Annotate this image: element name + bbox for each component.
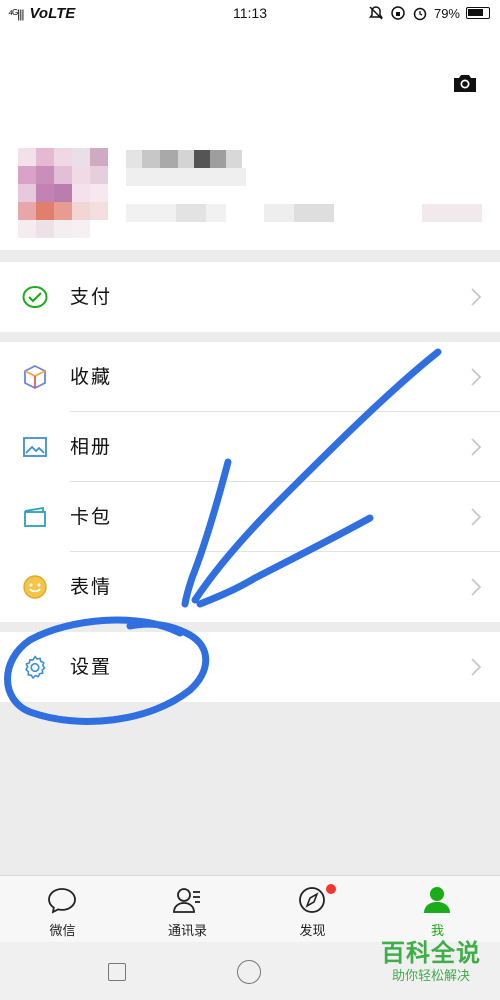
watermark-title: 百科全说 <box>381 939 481 967</box>
menu-label-favorites: 收藏 <box>70 366 113 388</box>
tab-label-me: 我 <box>430 924 444 939</box>
mute-bell-icon <box>368 6 383 20</box>
battery-percent: 79% <box>433 5 460 21</box>
main-menu-section: 收藏 相册 卡包 表情 <box>0 342 500 622</box>
compass-icon <box>299 887 325 913</box>
tab-label-discover: 发现 <box>299 924 326 939</box>
menu-label-album: 相册 <box>70 436 113 458</box>
tab-chats[interactable]: 微信 <box>0 876 125 943</box>
menu-label-settings: 设置 <box>70 656 113 678</box>
menu-item-stickers[interactable]: 表情 <box>0 552 500 622</box>
tab-discover[interactable]: 发现 <box>250 876 375 943</box>
bottom-tab-bar: 微信 通讯录 发现 我 <box>0 875 500 943</box>
chevron-right-icon <box>471 658 482 676</box>
watermark-subtitle: 助你轻松解决 <box>391 969 470 984</box>
menu-label-stickers: 表情 <box>70 576 113 598</box>
alarm-icon <box>413 7 427 21</box>
card-wallet-icon <box>24 506 46 527</box>
cube-icon <box>24 364 46 390</box>
home-button[interactable] <box>237 960 261 984</box>
chevron-right-icon <box>471 578 482 596</box>
pay-section: 支付 <box>0 262 500 332</box>
menu-item-album[interactable]: 相册 <box>0 412 500 482</box>
tab-label-contacts: 通讯录 <box>167 924 207 939</box>
chevron-right-icon <box>471 368 482 386</box>
chevron-right-icon <box>471 438 482 456</box>
tab-me[interactable]: 我 <box>375 876 500 943</box>
profile-header[interactable] <box>0 28 500 250</box>
chevron-right-icon <box>471 288 482 306</box>
smiley-icon <box>23 575 47 599</box>
person-icon <box>424 887 450 913</box>
wallet-check-icon <box>22 286 48 308</box>
avatar[interactable] <box>18 148 126 240</box>
recents-button[interactable] <box>108 963 126 981</box>
picture-icon <box>23 437 47 457</box>
chevron-right-icon <box>471 508 482 526</box>
tab-label-chats: 微信 <box>49 924 76 939</box>
menu-item-favorites[interactable]: 收藏 <box>0 342 500 412</box>
menu-item-cards[interactable]: 卡包 <box>0 482 500 552</box>
contacts-icon <box>173 888 200 913</box>
status-bar: ⁴ᴳ||| VoLTE 11:13 79% <box>0 0 500 28</box>
camera-icon[interactable] <box>452 72 478 94</box>
watermark: 百科全说 助你轻松解决 <box>370 938 492 996</box>
menu-item-pay[interactable]: 支付 <box>0 262 500 332</box>
rotation-lock-icon <box>391 6 405 20</box>
notification-dot <box>326 884 336 894</box>
battery-icon <box>466 7 490 19</box>
settings-section: 设置 <box>0 632 500 702</box>
menu-label-pay: 支付 <box>70 286 113 308</box>
tab-contacts[interactable]: 通讯录 <box>125 876 250 943</box>
gear-icon <box>25 655 46 679</box>
chat-bubble-icon <box>48 888 76 914</box>
menu-label-cards: 卡包 <box>70 506 113 528</box>
menu-item-settings[interactable]: 设置 <box>0 632 500 702</box>
